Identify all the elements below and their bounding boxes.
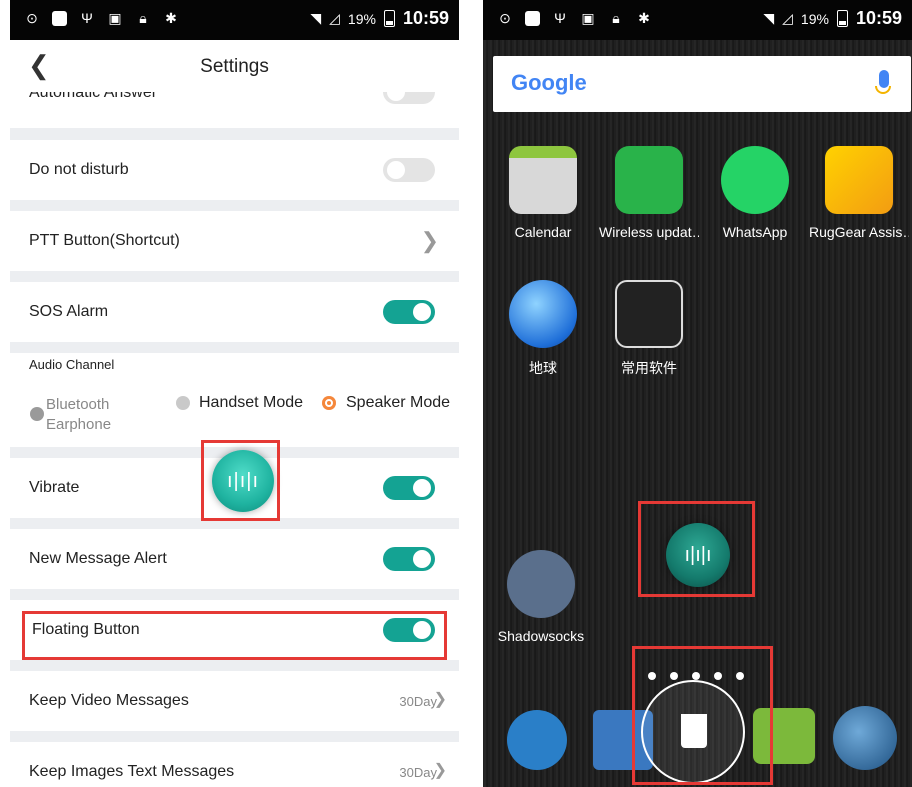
- app-label: Calendar: [514, 224, 572, 240]
- usb-icon: Ψ: [554, 10, 566, 26]
- battery-icon: [383, 10, 395, 27]
- browser-globe-icon[interactable]: [833, 706, 897, 770]
- handset-mode-option[interactable]: Handset Mode: [199, 394, 303, 412]
- vibrate-toggle[interactable]: [383, 476, 435, 500]
- speaker-mode-radio[interactable]: [322, 396, 336, 410]
- audio-channel-section: Audio Channel Bluetooth Earphone Handset…: [10, 353, 459, 447]
- app-label: RugGear Assis…: [809, 224, 909, 240]
- setting-row-automatic-answer[interactable]: Automatic Answer: [10, 92, 459, 128]
- wireless-update-icon: [615, 146, 683, 214]
- status-bar: ⊙ Ψ ▣ 🔒︎ ✱ ◥ ◿ 19% 10:59: [10, 0, 459, 40]
- setting-label: Keep Images Text Messages: [29, 763, 235, 780]
- no-signal-icon: ◿: [782, 10, 793, 26]
- wifi-icon: ◥: [763, 10, 775, 26]
- clock: 10:59: [402, 8, 449, 28]
- bluetooth-disabled-icon: [30, 407, 44, 421]
- automatic-answer-toggle[interactable]: [383, 92, 435, 104]
- app-folder-common-software[interactable]: 常用软件: [599, 280, 699, 378]
- page-title: Settings: [200, 56, 269, 77]
- no-signal-icon: ◿: [329, 10, 340, 26]
- speaker-mode-option[interactable]: Speaker Mode: [346, 394, 450, 412]
- mic-icon[interactable]: [875, 70, 891, 94]
- usb-icon: Ψ: [81, 10, 93, 26]
- phone-icon[interactable]: [507, 710, 567, 770]
- handset-mode-radio[interactable]: [176, 396, 190, 410]
- battery-percent: 19%: [800, 10, 829, 27]
- setting-label: Automatic Answer: [29, 92, 158, 101]
- notification-icon: ⊙: [26, 10, 38, 26]
- whatsapp-icon: [721, 146, 789, 214]
- android-icon: ✱: [638, 10, 650, 26]
- runner-icon: [825, 146, 893, 214]
- floating-button-highlight: [201, 440, 280, 521]
- app-wireless-update[interactable]: Wireless updat…: [599, 146, 699, 240]
- google-logo: Google: [511, 70, 587, 95]
- title-bar: ❮ Settings: [10, 40, 459, 92]
- setting-row-keep-images-text[interactable]: Keep Images Text Messages 30Day ❯: [10, 742, 459, 787]
- setting-row-keep-video-messages[interactable]: Keep Video Messages 30Day ❯: [10, 671, 459, 731]
- retention-value: 30Day: [399, 694, 437, 709]
- trash-highlight: [632, 646, 773, 785]
- app-earth[interactable]: 地球: [493, 280, 593, 378]
- folder-icon: [615, 280, 683, 348]
- calendar-icon: [509, 146, 577, 214]
- setting-label: Vibrate: [29, 479, 80, 496]
- setting-row-sos-alarm[interactable]: SOS Alarm: [10, 282, 459, 342]
- battery-percent: 19%: [347, 10, 376, 27]
- paper-plane-icon: [507, 550, 575, 618]
- retention-value: 30Day: [399, 765, 437, 780]
- chevron-right-icon: ❯: [433, 762, 447, 779]
- google-search-bar[interactable]: Google: [493, 56, 911, 112]
- setting-label: SOS Alarm: [29, 303, 109, 320]
- app-label: WhatsApp: [722, 224, 788, 240]
- audio-channel-header: Audio Channel: [29, 357, 115, 372]
- earth-icon: [509, 280, 577, 348]
- clock: 10:59: [855, 8, 902, 28]
- notification-icon: ⊙: [499, 10, 511, 26]
- do-not-disturb-toggle[interactable]: [383, 158, 435, 182]
- app-label: Shadowsocks: [497, 628, 585, 644]
- app-ruggear-assistant[interactable]: RugGear Assis…: [809, 146, 909, 240]
- battery-icon: [836, 10, 848, 27]
- floating-button-row-highlight: [22, 611, 447, 660]
- setting-label: New Message Alert: [29, 550, 167, 567]
- app-label: Wireless updat…: [599, 224, 699, 240]
- setting-row-ptt-button[interactable]: PTT Button(Shortcut) ❯: [10, 211, 459, 271]
- setting-label: Keep Video Messages: [29, 692, 189, 709]
- launcher-screenshot: ⊙ Ψ ▣ 🔒︎ ✱ ◥ ◿ 19% 10:59 Google Calendar…: [483, 0, 912, 787]
- settings-screenshot: ⊙ Ψ ▣ 🔒︎ ✱ ◥ ◿ 19% 10:59 ❮ Settings Auto…: [0, 0, 459, 787]
- floating-button-highlight: [638, 501, 755, 597]
- square-icon: [52, 10, 67, 26]
- app-calendar[interactable]: Calendar: [493, 146, 593, 240]
- square-icon: [525, 10, 540, 26]
- new-message-alert-toggle[interactable]: [383, 547, 435, 571]
- sim-icon: ▣: [581, 10, 595, 26]
- setting-label: Do not disturb: [29, 161, 129, 178]
- app-whatsapp[interactable]: WhatsApp: [705, 146, 805, 240]
- sim-icon: ▣: [108, 10, 122, 26]
- wifi-icon: ◥: [310, 10, 322, 26]
- bluetooth-earphone-option: Bluetooth Earphone: [46, 396, 112, 433]
- sos-alarm-toggle[interactable]: [383, 300, 435, 324]
- chevron-right-icon: ❯: [420, 228, 439, 253]
- chevron-right-icon: ❯: [433, 691, 447, 708]
- setting-label: PTT Button(Shortcut): [29, 232, 180, 249]
- lock-icon: 🔒︎: [139, 10, 147, 26]
- status-bar: ⊙ Ψ ▣ 🔒︎ ✱ ◥ ◿ 19% 10:59: [483, 0, 912, 40]
- lock-icon: 🔒︎: [612, 10, 620, 26]
- app-label: 常用软件: [621, 360, 677, 376]
- setting-row-new-message-alert[interactable]: New Message Alert: [10, 529, 459, 589]
- android-icon: ✱: [165, 10, 177, 26]
- app-shadowsocks[interactable]: Shadowsocks: [491, 550, 591, 644]
- setting-row-do-not-disturb[interactable]: Do not disturb: [10, 140, 459, 200]
- app-label: 地球: [529, 360, 557, 376]
